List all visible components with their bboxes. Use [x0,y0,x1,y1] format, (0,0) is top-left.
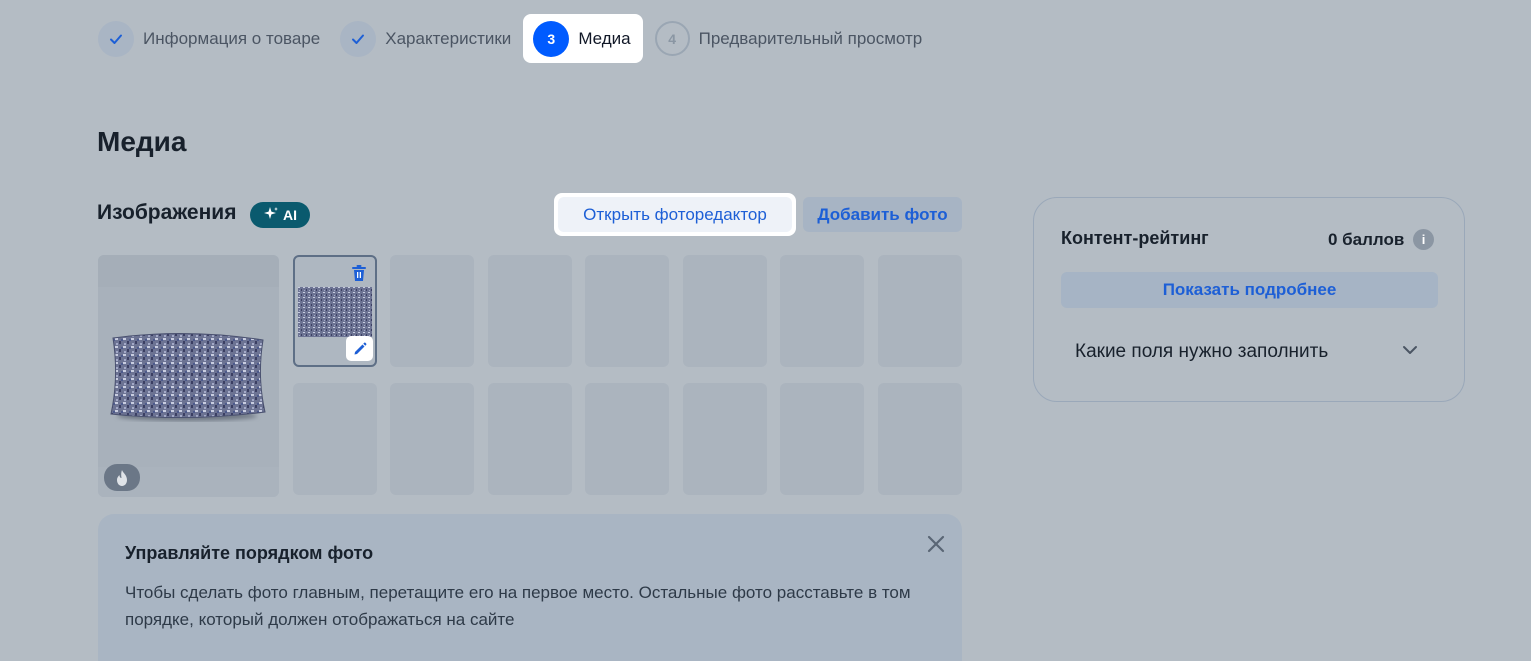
empty-photo-slot[interactable] [293,383,377,495]
empty-photo-slot[interactable] [878,255,962,367]
empty-photo-slot[interactable] [683,383,767,495]
pillow-image [110,332,266,421]
empty-photo-slot[interactable] [780,383,864,495]
step-label: Характеристики [385,28,512,48]
hint-text: Чтобы сделать фото главным, перетащите е… [125,583,911,629]
check-icon [340,20,377,57]
add-photo-button[interactable]: Добавить фото [803,197,962,232]
fire-icon[interactable] [104,464,140,491]
empty-photo-slot[interactable] [585,255,669,367]
empty-photo-slot[interactable] [878,383,962,495]
main-photo[interactable] [98,255,279,497]
empty-photo-slot[interactable] [488,383,572,495]
ai-badge[interactable]: AI [250,202,310,228]
empty-photo-slot[interactable] [390,383,474,495]
content-rating-panel: Контент-рейтинг 0 баллов i Показать подр… [1033,197,1465,402]
step-number: 3 [533,20,570,57]
empty-photo-slot[interactable] [390,255,474,367]
check-icon [98,20,134,57]
empty-photo-slot[interactable] [780,255,864,367]
ai-badge-label: AI [283,207,297,223]
open-photo-editor-button[interactable]: Открыть фоторедактор [558,197,792,232]
step-preview[interactable]: 4 Предварительный просмотр [647,14,931,63]
pencil-icon[interactable] [346,336,373,361]
rating-score: 0 баллов [1328,230,1405,249]
open-editor-highlight: Открыть фоторедактор [554,193,796,236]
info-icon[interactable]: i [1413,229,1434,250]
empty-photo-slot[interactable] [585,383,669,495]
step-product-info[interactable]: Информация о товаре [90,14,328,63]
rating-title: Контент-рейтинг [1061,228,1209,248]
hint-title: Управляйте порядком фото [125,543,374,563]
close-icon[interactable] [927,535,945,553]
chevron-down-icon [1403,346,1417,354]
step-label: Медиа [578,28,631,48]
step-media[interactable]: 3 Медиа [523,14,643,63]
sparkle-icon [263,206,279,225]
stepper: Информация о товаре Характеристики 3 Мед… [90,14,934,63]
pillow-image [298,287,372,337]
images-section-title: Изображения [97,201,237,224]
required-fields-accordion[interactable]: Какие поля нужно заполнить [1061,326,1438,376]
page-title: Медиа [97,126,187,157]
step-label: Предварительный просмотр [698,28,923,48]
step-number: 4 [654,21,690,56]
step-label: Информация о товаре [143,28,321,48]
step-characteristics[interactable]: Характеристики [332,14,519,63]
empty-photo-slot[interactable] [488,255,572,367]
show-details-button[interactable]: Показать подробнее [1061,272,1438,308]
empty-photo-slot[interactable] [683,255,767,367]
photo-background [98,255,279,287]
trash-icon[interactable] [349,263,369,283]
photo-order-hint: Управляйте порядком фото Чтобы сделать ф… [98,514,962,661]
accordion-label: Какие поля нужно заполнить [1075,341,1329,362]
